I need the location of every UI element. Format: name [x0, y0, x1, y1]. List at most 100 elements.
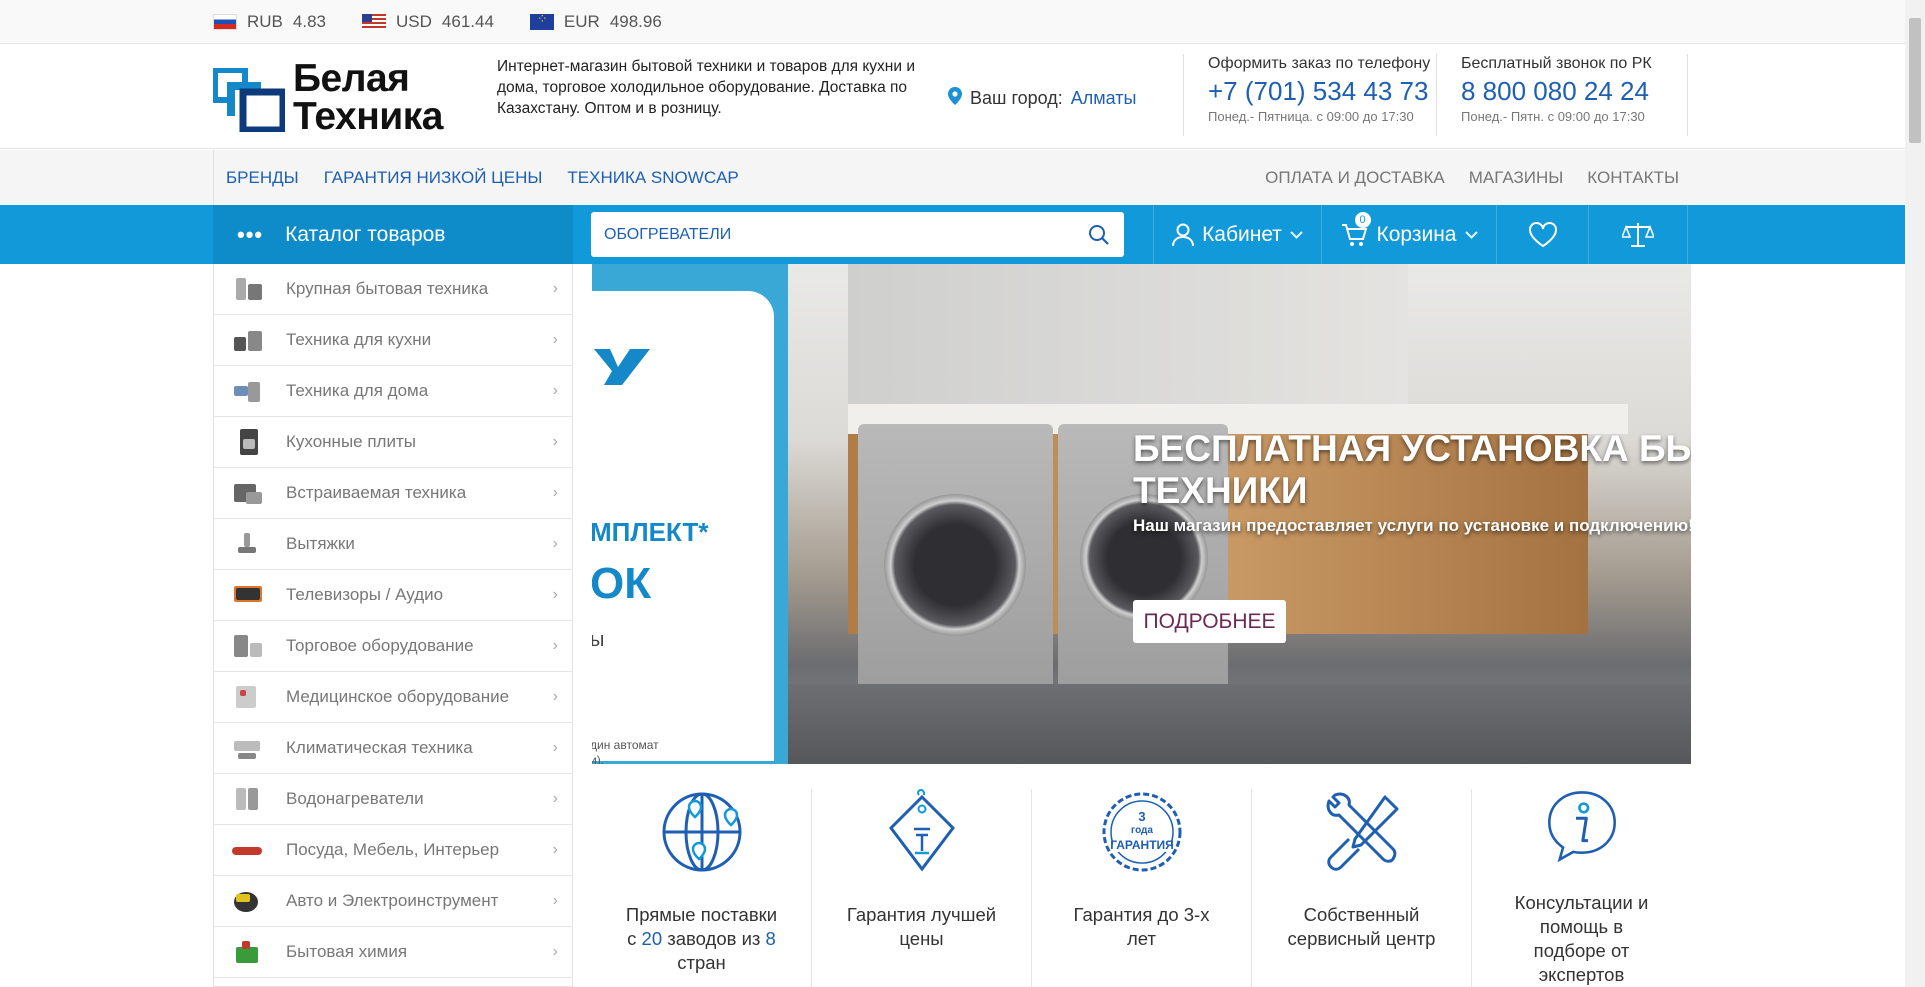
- home-appliances-icon: [232, 378, 264, 404]
- feature-text-part: стран: [677, 952, 726, 973]
- chevron-right-icon: ›: [552, 943, 558, 960]
- catalog-item[interactable]: Вытяжки ›: [214, 519, 572, 570]
- banner-photo: [788, 264, 1691, 764]
- washing-machine-image: [858, 424, 1053, 694]
- heart-icon: [1528, 221, 1557, 247]
- catalog-item[interactable]: Кухонные плиты ›: [214, 417, 572, 468]
- catalog-item[interactable]: Крупная бытовая техника ›: [214, 264, 572, 315]
- chevron-right-icon: ›: [552, 433, 558, 450]
- slide-small-text: и).: [592, 753, 605, 764]
- cart-label: Корзина: [1376, 222, 1457, 246]
- header: Белая Техника Интернет-магазин бытовой т…: [0, 44, 1905, 149]
- top-nav-right: ОПЛАТА И ДОСТАВКА МАГАЗИНЫ КОНТАКТЫ: [1253, 168, 1691, 188]
- appliances-icon: [232, 276, 264, 302]
- catalog-item-label: Кухонные плиты: [286, 432, 416, 451]
- catalog-item-label: Вытяжки: [286, 534, 355, 553]
- search-input[interactable]: [591, 212, 1074, 257]
- city-selector[interactable]: Ваш город: Алматы: [948, 81, 1136, 115]
- chevron-right-icon: ›: [552, 637, 558, 654]
- household-chemicals-icon: [232, 939, 264, 965]
- catalog-label: Каталог товаров: [285, 222, 446, 246]
- logo[interactable]: Белая Техника: [213, 56, 465, 136]
- catalog-button[interactable]: ••• Каталог товаров: [213, 205, 573, 264]
- banner-title: БЕСПЛАТНАЯ УСТАНОВКА БЫТОВОЙ ТЕХНИКИ: [1133, 428, 1691, 512]
- chevron-right-icon: ›: [552, 841, 558, 858]
- seal-text: 3: [1138, 809, 1145, 824]
- banner-title-line1: БЕСПЛАТНАЯ УСТАНОВКА БЫТОВОЙ: [1133, 428, 1691, 469]
- nav-contacts[interactable]: КОНТАКТЫ: [1587, 168, 1679, 188]
- scrollbar-thumb[interactable]: [1909, 18, 1921, 143]
- catalog-item[interactable]: Телевизоры / Аудио ›: [214, 570, 572, 621]
- seal-text: года: [1131, 825, 1153, 836]
- tableware-icon: [232, 837, 264, 863]
- phone1-number[interactable]: +7 (701) 534 43 73: [1208, 74, 1433, 108]
- city-value[interactable]: Алматы: [1071, 88, 1137, 109]
- features-row: Прямые поставки с 20 заводов из 8 стран …: [592, 789, 1691, 987]
- photo-floor: [788, 684, 1691, 764]
- catalog-item-label: Техника для кухни: [286, 330, 432, 349]
- search-box: [591, 212, 1124, 257]
- nav-payment-delivery[interactable]: ОПЛАТА И ДОСТАВКА: [1265, 168, 1445, 188]
- catalog-item[interactable]: Авто и Электроинструмент ›: [214, 876, 572, 927]
- slide-small-text: дин автомат: [592, 738, 659, 752]
- chevron-down-icon: [1464, 227, 1478, 242]
- nav-snowcap[interactable]: ТЕХНИКА SNOWCAP: [567, 168, 738, 188]
- catalog-item[interactable]: Техника для кухни ›: [214, 315, 572, 366]
- stove-icon: [232, 429, 264, 455]
- catalog-item[interactable]: Торговое оборудование ›: [214, 621, 572, 672]
- nav-low-price-guarantee[interactable]: ГАРАНТИЯ НИЗКОЙ ЦЕНЫ: [324, 168, 543, 188]
- previous-slide-card: МПЛЕКТ* ОК ы дин автомат и).: [592, 291, 774, 764]
- us-flag-icon: [362, 14, 386, 30]
- cart-button[interactable]: 0 Корзина: [1321, 205, 1496, 264]
- catalog-item-label: Торговое оборудование: [286, 636, 474, 655]
- previous-slide-peek: МПЛЕКТ* ОК ы дин автомат и).: [592, 264, 789, 764]
- feature-item: Гарантия лучшей цены: [811, 789, 1031, 987]
- currency-value: 461.44: [441, 12, 494, 31]
- banner-more-button[interactable]: ПОДРОБНЕЕ: [1133, 600, 1286, 643]
- range-hood-icon: [232, 531, 264, 557]
- phone2-number[interactable]: 8 800 080 24 24: [1461, 74, 1672, 108]
- banner-subtitle: Наш магазин предоставляет услуги по уста…: [1133, 516, 1691, 535]
- top-nav: БРЕНДЫ ГАРАНТИЯ НИЗКОЙ ЦЕНЫ ТЕХНИКА SNOW…: [0, 150, 1905, 205]
- tagline: Интернет-магазин бытовой техники и товар…: [497, 58, 915, 117]
- tools-icon: [1326, 792, 1398, 871]
- cabinet-button[interactable]: Кабинет: [1153, 205, 1321, 264]
- feature-text: Консультации и помощь в подборе от экспе…: [1514, 892, 1649, 985]
- feature-item: 3 года ГАРАНТИЯ Гарантия до 3-х лет: [1031, 789, 1251, 987]
- logo-mark-icon: [213, 68, 285, 132]
- promo-banner[interactable]: МПЛЕКТ* ОК ы дин автомат и). БЕСПЛАТНАЯ …: [592, 264, 1691, 764]
- logo-line1: Белая: [293, 57, 410, 100]
- catalog-item[interactable]: Встраиваемая техника ›: [214, 468, 572, 519]
- catalog-item[interactable]: Климатическая техника ›: [214, 723, 572, 774]
- nav-brands[interactable]: БРЕНДЫ: [226, 168, 299, 188]
- currency-value: 4.83: [292, 12, 326, 31]
- nav-stores[interactable]: МАГАЗИНЫ: [1469, 168, 1564, 188]
- climate-equipment-icon: [232, 735, 264, 761]
- catalog-item[interactable]: Бытовая химия ›: [214, 927, 572, 978]
- catalog-item-label: Медицинское оборудование: [286, 687, 510, 706]
- page-scrollbar[interactable]: [1905, 0, 1925, 987]
- catalog-menu: Крупная бытовая техника › Техника для кух…: [213, 264, 573, 987]
- catalog-item[interactable]: Водонагреватели ›: [214, 774, 572, 825]
- main-bar: ••• Каталог товаров Кабинет 0: [0, 205, 1905, 264]
- catalog-item[interactable]: Посуда, Мебель, Интерьер ›: [214, 825, 572, 876]
- favorites-button[interactable]: [1496, 205, 1588, 264]
- brand-mark-icon: [594, 349, 650, 385]
- chevron-right-icon: ›: [552, 586, 558, 603]
- phone2-hours: Понед.- Пятн. с 09:00 до 17:30: [1461, 109, 1645, 124]
- currency-code: EUR: [563, 12, 600, 31]
- feature-text: Гарантия до 3-х лет: [1073, 904, 1210, 949]
- currency-usd: USD 461.44: [362, 12, 494, 32]
- catalog-item-label: Авто и Электроинструмент: [286, 891, 499, 910]
- catalog-item[interactable]: Техника для дома ›: [214, 366, 572, 417]
- chevron-right-icon: ›: [552, 331, 558, 348]
- catalog-item-label: Техника для дома: [286, 381, 429, 400]
- feature-text-part: заводов из: [662, 928, 766, 949]
- search-icon[interactable]: [1074, 224, 1124, 246]
- currency-value: 498.96: [609, 12, 662, 31]
- banner-title-line2: ТЕХНИКИ: [1133, 470, 1308, 511]
- phone2-label: Бесплатный звонок по РК: [1461, 55, 1652, 72]
- compare-button[interactable]: [1588, 205, 1688, 264]
- catalog-item[interactable]: Медицинское оборудование ›: [214, 672, 572, 723]
- power-tools-icon: [232, 888, 264, 914]
